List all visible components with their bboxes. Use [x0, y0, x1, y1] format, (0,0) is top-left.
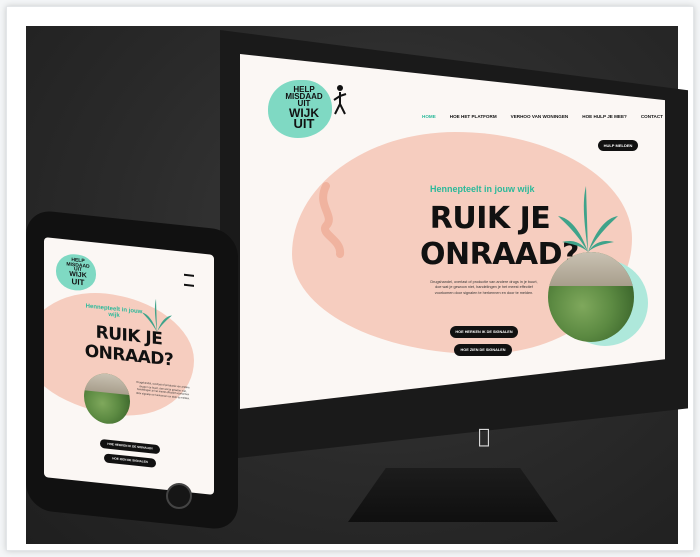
phone-cannabis-leaf-icon [142, 298, 172, 332]
main-nav: Home Hoe het platform Verhoo van woninge… [422, 114, 663, 119]
nav-item-contact[interactable]: Contact [641, 114, 663, 119]
phone-signals-button[interactable]: Hoe herken ik de signalen [100, 438, 160, 455]
cannabis-photo [548, 252, 634, 342]
nav-item-help[interactable]: Hoe hulp je mee? [582, 114, 627, 119]
signals-button[interactable]: Hoe herken ik de signalen [450, 326, 518, 338]
hero-eyebrow: Hennepteelt in jouw wijk [430, 184, 535, 194]
phone-home-button [166, 483, 192, 509]
logo-line: UIT [293, 116, 315, 132]
nav-report-button[interactable]: Hulp melden [598, 140, 638, 151]
view-signals-button[interactable]: Hoe zien de signalen [454, 344, 512, 356]
phone-screen: HELP MISDAAD UIT WIJK UIT Hennepteelt in… [44, 237, 214, 495]
nav-item-home[interactable]: Home [422, 114, 436, 119]
apple-logo-icon:  [474, 425, 494, 447]
imac-screen: HELP MISDAAD UIT WIJK UIT Home Hoe het p… [240, 54, 665, 409]
nav-item-housing[interactable]: Verhoo van woningen [511, 114, 569, 119]
site-logo[interactable]: HELP MISDAAD UIT WIJK UIT [276, 85, 332, 132]
cannabis-leaf-icon [558, 186, 618, 252]
hero-body: Drugshandel, overlast of productie van a… [430, 280, 538, 295]
menu-icon[interactable] [184, 273, 194, 287]
running-figure-icon [333, 85, 347, 115]
phone-cannabis-photo [84, 371, 130, 427]
face-profile-icon [319, 182, 344, 258]
phone-view-signals-button[interactable]: Hoe zien de signalen [104, 453, 156, 468]
phone-site-logo[interactable]: HELP MISDAAD UIT WIJK UIT [58, 257, 98, 288]
nav-item-platform[interactable]: Hoe het platform [450, 114, 497, 119]
hero-headline-line2: ONRAAD? [420, 237, 579, 272]
hero-headline-line1: RUIK JE [429, 201, 551, 236]
